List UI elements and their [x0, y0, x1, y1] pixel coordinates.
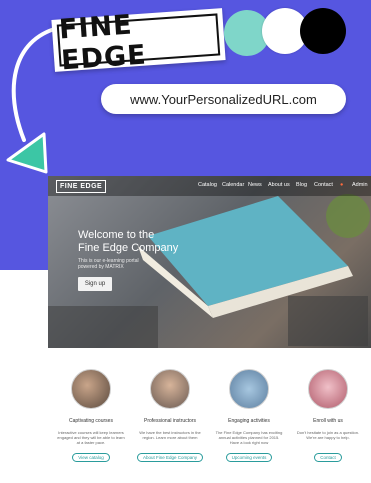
upcoming-events-button[interactable]: Upcoming events — [225, 453, 273, 462]
nav-about-us[interactable]: About us — [268, 182, 290, 188]
feature-courses-image — [71, 369, 111, 409]
feature-title: Enroll with us — [313, 418, 343, 424]
url-text: www.YourPersonalizedURL.com — [130, 91, 317, 107]
feature-title: Engaging activities — [228, 418, 270, 424]
hero-subtitle: This is our e-learning portal powered by… — [78, 258, 168, 270]
feature-description: Don't hesitate to join as a question. We… — [296, 430, 360, 440]
contact-button[interactable]: Contact — [314, 453, 342, 462]
feature-courses: Captivating courses Interactive courses … — [56, 369, 126, 464]
feature-description: The Fine Edge Company has exciting annua… — [215, 430, 283, 445]
feature-description: Interactive courses will keep learners e… — [57, 430, 125, 445]
feature-instructors: Professional instructors We have the bes… — [135, 369, 205, 464]
nav-admin[interactable]: Admin — [352, 182, 368, 188]
feature-instructors-image — [150, 369, 190, 409]
brand-name: FINE EDGE — [58, 9, 148, 77]
website-preview: FINE EDGE Catalog Calendar News About us… — [48, 176, 371, 483]
nav-blog[interactable]: Blog — [296, 182, 307, 188]
feature-activities-image — [229, 369, 269, 409]
feature-title: Professional instructors — [144, 418, 196, 424]
hero-title-line2: Fine Edge Company — [78, 242, 179, 254]
brand-badge: FINE EDGE — [51, 8, 226, 76]
swatch-black — [300, 8, 346, 54]
about-company-button[interactable]: About Fine Edge Company — [136, 453, 204, 462]
feature-activities: Engaging activities The Fine Edge Compan… — [214, 369, 284, 464]
hero-title: Welcome to the Fine Edge Company — [78, 229, 208, 255]
signup-button[interactable]: Sign up — [78, 277, 112, 291]
view-catalog-button[interactable]: View catalog — [72, 453, 110, 462]
feature-enroll-image — [308, 369, 348, 409]
feature-title: Captivating courses — [69, 418, 113, 424]
nav-news[interactable]: News — [248, 182, 262, 188]
feature-description: We have the best instructors in the regi… — [139, 430, 201, 440]
hero-banner: FINE EDGE Catalog Calendar News About us… — [48, 176, 371, 348]
site-logo[interactable]: FINE EDGE — [56, 180, 107, 193]
nav-calendar[interactable]: Calendar — [222, 182, 244, 188]
hero-subtitle-line2: powered by MATRIX — [78, 264, 124, 270]
nav-contact[interactable]: Contact — [314, 182, 333, 188]
site-navbar: FINE EDGE Catalog Calendar News About us… — [48, 176, 371, 196]
nav-catalog[interactable]: Catalog — [198, 182, 217, 188]
personalized-url[interactable]: www.YourPersonalizedURL.com — [101, 84, 346, 114]
hero-title-line1: Welcome to the — [78, 229, 155, 241]
cart-icon[interactable]: ● — [340, 182, 343, 188]
feature-enroll: Enroll with us Don't hesitate to join as… — [293, 369, 363, 464]
